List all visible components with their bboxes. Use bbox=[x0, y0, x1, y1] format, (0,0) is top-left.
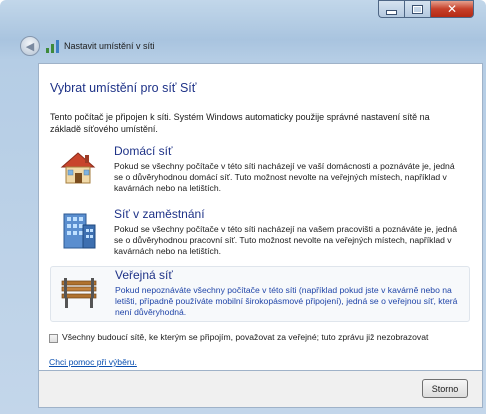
option-title: Domácí síť bbox=[114, 144, 173, 158]
caption-buttons: ✕ bbox=[378, 0, 474, 22]
close-button[interactable]: ✕ bbox=[430, 0, 474, 18]
option-description: Pokud nepoznáváte všechny počítače v tét… bbox=[115, 285, 458, 317]
option-description: Pokud se všechny počítače v této síti na… bbox=[114, 224, 457, 256]
option-title: Síť v zaměstnání bbox=[114, 207, 205, 221]
footer-bar: Storno bbox=[38, 371, 483, 408]
dialog-window: ✕ ◀ Nastavit umístění v síti Vybrat umís… bbox=[0, 0, 486, 414]
page-description: Tento počítač je připojen k síti. Systém… bbox=[50, 112, 430, 134]
checkbox-label: Všechny budoucí sítě, ke kterým se připo… bbox=[62, 332, 429, 342]
maximize-button[interactable] bbox=[404, 0, 430, 18]
page-title: Vybrat umístění pro síť Síť bbox=[50, 81, 197, 95]
option-public-network[interactable]: Veřejná síť Pokud nepoznáváte všechny po… bbox=[50, 266, 470, 322]
content-panel: Vybrat umístění pro síť Síť Tento počíta… bbox=[38, 63, 483, 371]
maximize-icon bbox=[412, 4, 423, 14]
back-arrow-icon: ◀ bbox=[25, 39, 35, 53]
network-signal-icon bbox=[46, 39, 60, 53]
back-button[interactable]: ◀ bbox=[20, 36, 40, 56]
title-row: ◀ Nastavit umístění v síti bbox=[20, 35, 155, 57]
future-networks-public-checkbox[interactable] bbox=[49, 334, 58, 343]
cancel-button[interactable]: Storno bbox=[422, 379, 468, 398]
help-link[interactable]: Chci pomoc při výběru. bbox=[49, 357, 137, 367]
home-house-icon bbox=[60, 152, 96, 184]
minimize-icon bbox=[386, 9, 397, 15]
window-title: Nastavit umístění v síti bbox=[64, 41, 155, 51]
option-description: Pokud se všechny počítače v této síti na… bbox=[114, 161, 455, 193]
option-title: Veřejná síť bbox=[115, 268, 173, 282]
option-work-network[interactable]: Síť v zaměstnání Pokud se všechny počíta… bbox=[50, 207, 470, 259]
close-icon: ✕ bbox=[446, 2, 458, 16]
option-home-network[interactable]: Domácí síť Pokud se všechny počítače v t… bbox=[50, 144, 470, 196]
office-building-icon bbox=[63, 213, 96, 249]
park-bench-icon bbox=[61, 278, 97, 308]
minimize-button[interactable] bbox=[378, 0, 404, 18]
